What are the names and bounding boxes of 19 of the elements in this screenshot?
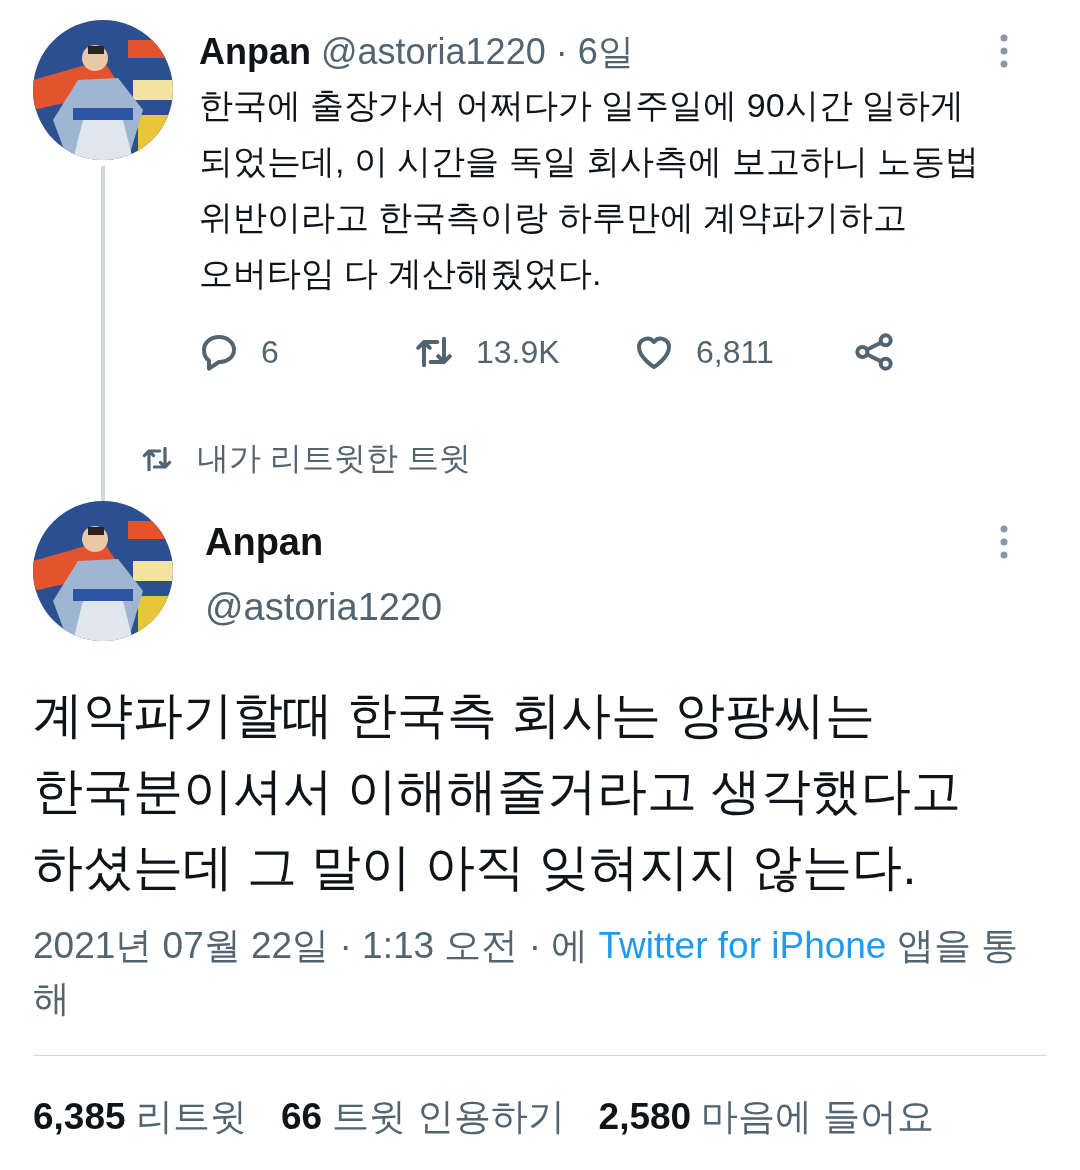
stat-count[interactable]: 6,385 리트윗 (33, 1092, 247, 1142)
tweet-time: · 6일 (555, 30, 634, 74)
tweet-text: 한국에 출장가서 어쩌다가 일주일에 90시간 일하게 되었는데, 이 시간을 독일 회사측에 보고하니 노동법 위반이라고 한국측이랑 하루만에 계약파기하고 오버타임 다 계산해줬었다. (199, 85, 981, 294)
like-button[interactable]: 6,811 (634, 332, 854, 372)
share-icon (854, 332, 894, 372)
retweet-label: 내가 리트윗한 트윗 (197, 439, 471, 478)
reply-icon (199, 332, 239, 372)
author-handle: @astoria1220 (321, 31, 546, 73)
author-name[interactable]: Anpan (199, 31, 311, 73)
more-icon[interactable] (999, 34, 1009, 68)
stat-count[interactable]: 66 트윗 인용하기 (280, 1092, 565, 1142)
tweet-date: 2021년 07월 22일 · 1:13 오전 · 에 Twitter for iPhone 앱을 통해 (33, 924, 1019, 1021)
retweet-button[interactable]: 13.9K (414, 332, 634, 372)
stat-count[interactable]: 2,580 마음에 들어요 (598, 1092, 934, 1142)
tweet-text: 계약파기할때 한국측 회사는 앙팡씨는 한국분이셔서 이해해줄거라고 생각했다고 하셨는데 그 말이 아직 잊혀지지 않는다. (33, 686, 962, 897)
author-handle: @astoria1220 (205, 586, 444, 629)
author-name[interactable]: Anpan (205, 521, 1047, 564)
reply-button[interactable]: 6 (199, 332, 414, 372)
more-icon[interactable] (999, 525, 1009, 559)
